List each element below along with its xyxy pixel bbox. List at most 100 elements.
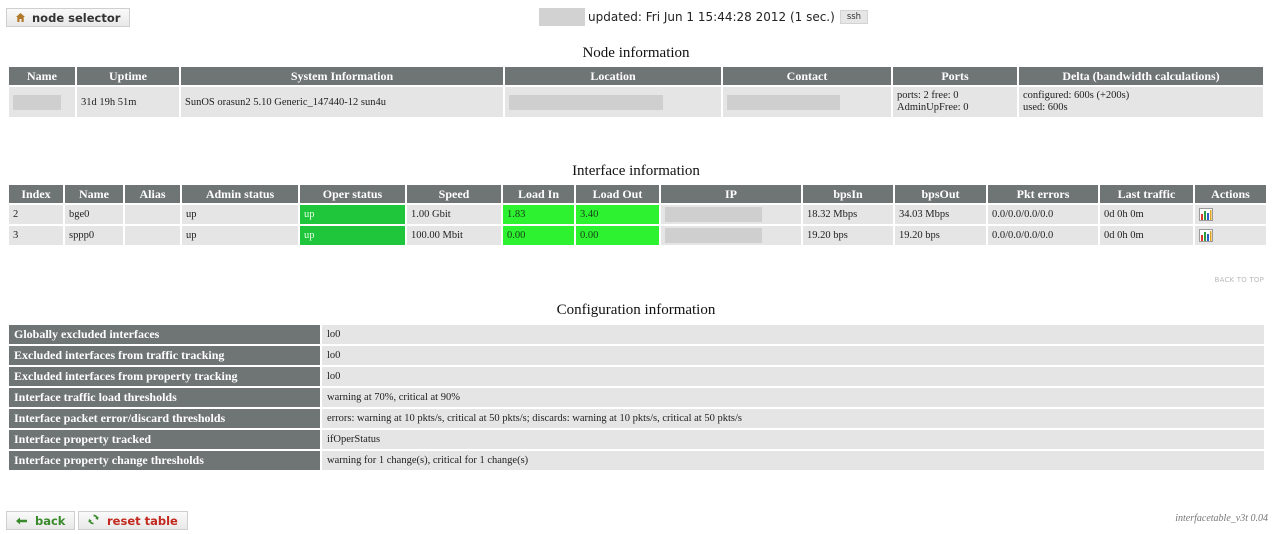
update-status: updated: Fri Jun 1 15:44:28 2012 (1 sec.… [539,8,869,26]
index-cell: 2 [9,205,63,224]
column-header: Load Out [576,185,659,203]
config-row: Excluded interfaces from property tracki… [9,367,1264,386]
column-header: Delta (bandwidth calculations) [1019,67,1263,85]
node-name-cell [9,87,75,117]
column-header: Name [65,185,123,203]
node-info-header-row: Name Uptime System Information Location … [9,67,1263,85]
bar-chart-icon[interactable] [1199,229,1213,242]
column-header: Oper status [300,185,405,203]
delta-used: used: 600s [1023,102,1068,113]
config-row: Interface property change thresholds war… [9,451,1264,470]
column-header: Location [505,67,721,85]
admin-status-cell: up [182,205,298,224]
redacted-location [509,94,663,110]
config-row: Interface traffic load thresholds warnin… [9,388,1264,407]
interface-header-row: Index Name Alias Admin status Oper statu… [9,185,1266,203]
admin-up-free: AdminUpFree: 0 [897,102,969,113]
redacted-contact [727,94,840,110]
config-row: Interface packet error/discard threshold… [9,409,1264,428]
column-header: Uptime [77,67,179,85]
config-info-title: Configuration information [556,302,716,318]
back-button[interactable]: back [6,511,76,530]
interface-row[interactable]: 3 sppp0 up up 100.00 Mbit 0.00 0.00 19.2… [9,226,1266,245]
actions-cell [1195,226,1266,245]
node-info-table: Name Uptime System Information Location … [7,65,1265,119]
config-value: lo0 [322,367,1264,386]
index-cell: 3 [9,226,63,245]
bps-in-cell: 19.20 bps [803,226,893,245]
load-in-cell: 0.00 [503,226,574,245]
reset-table-button[interactable]: reset table [78,511,188,530]
oper-status-cell: up [300,205,405,224]
config-value: ifOperStatus [322,430,1264,449]
column-header: IP [661,185,801,203]
admin-status-cell: up [182,226,298,245]
reset-table-label: reset table [107,513,178,528]
config-value: errors: warning at 10 pkts/s, critical a… [322,409,1264,428]
config-label: Interface property tracked [9,430,320,449]
alias-cell [125,226,180,245]
bps-out-cell: 19.20 bps [895,226,986,245]
config-value: warning at 70%, critical at 90% [322,388,1264,407]
config-value: lo0 [322,325,1264,344]
ssh-button[interactable]: ssh [839,10,869,24]
bps-in-cell: 18.32 Mbps [803,205,893,224]
load-in-cell: 1.83 [503,205,574,224]
column-header: Last traffic [1100,185,1193,203]
oper-status-cell: up [300,226,405,245]
ip-cell [661,226,801,245]
column-header: Ports [893,67,1017,85]
speed-cell: 1.00 Gbit [407,205,501,224]
node-selector-label: node selector [32,10,121,25]
config-label: Excluded interfaces from traffic trackin… [9,346,320,365]
actions-cell [1195,205,1266,224]
redacted-hostname [539,8,585,26]
config-row: Interface property tracked ifOperStatus [9,430,1264,449]
node-info-row: 31d 19h 51m SunOS orasun2 5.10 Generic_1… [9,87,1263,117]
load-out-cell: 0.00 [576,226,659,245]
pkt-errors-cell: 0.0/0.0/0.0/0.0 [988,226,1098,245]
redacted-ip [665,228,762,243]
pkt-errors-cell: 0.0/0.0/0.0/0.0 [988,205,1098,224]
ip-cell [661,205,801,224]
contact-cell [723,87,891,117]
column-header: Load In [503,185,574,203]
version-label: interfacetable_v3t 0.04 [1175,513,1268,524]
system-info-cell: SunOS orasun2 5.10 Generic_147440-12 sun… [181,87,503,117]
config-row: Globally excluded interfaces lo0 [9,325,1264,344]
column-header: Alias [125,185,180,203]
uptime-cell: 31d 19h 51m [77,87,179,117]
config-label: Interface packet error/discard threshold… [9,409,320,428]
node-selector-button[interactable]: node selector [6,8,131,27]
back-arrow-icon [16,514,27,528]
column-header: bpsIn [803,185,893,203]
back-to-top-link[interactable]: BACK TO TOP [1215,276,1264,284]
config-value: warning for 1 change(s), critical for 1 … [322,451,1264,470]
delta-cell: configured: 600s (+200s) used: 600s [1019,87,1263,117]
back-label: back [35,513,66,528]
column-header: Actions [1195,185,1266,203]
interface-row[interactable]: 2 bge0 up up 1.00 Gbit 1.83 3.40 18.32 M… [9,205,1266,224]
interface-name-cell: sppp0 [65,226,123,245]
config-label: Globally excluded interfaces [9,325,320,344]
bar-chart-icon[interactable] [1199,208,1213,221]
delta-configured: configured: 600s (+200s) [1023,90,1130,101]
config-value: lo0 [322,346,1264,365]
config-table: Globally excluded interfaces lo0 Exclude… [7,323,1266,472]
bps-out-cell: 34.03 Mbps [895,205,986,224]
location-cell [505,87,721,117]
interface-table: Index Name Alias Admin status Oper statu… [7,183,1268,247]
column-header: Contact [723,67,891,85]
column-header: bpsOut [895,185,986,203]
redacted-ip [665,207,762,222]
ports-count: ports: 2 free: 0 [897,90,959,101]
top-bar: node selector updated: Fri Jun 1 15:44:2… [6,8,1266,28]
last-traffic-cell: 0d 0h 0m [1100,226,1193,245]
column-header: Index [9,185,63,203]
updated-timestamp: updated: Fri Jun 1 15:44:28 2012 (1 sec.… [588,10,835,24]
alias-cell [125,205,180,224]
speed-cell: 100.00 Mbit [407,226,501,245]
config-label: Interface traffic load thresholds [9,388,320,407]
load-out-cell: 3.40 [576,205,659,224]
interface-name-cell: bge0 [65,205,123,224]
